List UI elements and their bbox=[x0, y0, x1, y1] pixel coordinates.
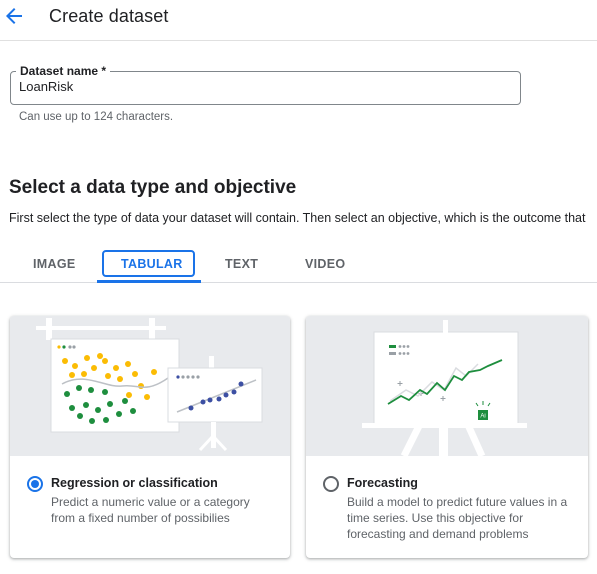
arrow-left-icon bbox=[6, 8, 22, 24]
regression-title: Regression or classification bbox=[51, 476, 218, 490]
dataset-name-input[interactable] bbox=[19, 79, 499, 94]
regression-description: Predict a numeric value or a category fr… bbox=[51, 495, 250, 525]
forecasting-title: Forecasting bbox=[347, 476, 418, 490]
back-button[interactable] bbox=[2, 4, 26, 28]
dataset-name-label: Dataset name * bbox=[16, 64, 111, 78]
forecasting-radio[interactable] bbox=[323, 476, 339, 492]
objective-card-regression[interactable]: Regression or classification Predict a n… bbox=[10, 316, 290, 558]
forecasting-description: Build a model to predict future values i… bbox=[347, 495, 568, 541]
regression-illustration bbox=[10, 316, 290, 456]
tab-text[interactable]: TEXT bbox=[225, 257, 258, 271]
top-app-bar: Create dataset bbox=[0, 0, 597, 41]
tab-image[interactable]: IMAGE bbox=[33, 257, 75, 271]
section-title: Select a data type and objective bbox=[9, 177, 297, 198]
forecasting-illustration: Ai bbox=[306, 316, 588, 458]
dataset-name-hint: Can use up to 124 characters. bbox=[19, 111, 174, 123]
active-tab-indicator bbox=[97, 280, 201, 283]
data-type-tabs: IMAGE TABULAR TEXT VIDEO bbox=[0, 246, 597, 283]
tab-video[interactable]: VIDEO bbox=[305, 257, 345, 271]
objective-card-forecasting[interactable]: Ai Forecasting Build a model to predict … bbox=[306, 316, 588, 558]
tab-tabular[interactable]: TABULAR bbox=[121, 257, 183, 271]
regression-radio[interactable] bbox=[27, 476, 43, 492]
dataset-name-field[interactable]: Dataset name * bbox=[10, 64, 521, 105]
section-description: First select the type of data your datas… bbox=[9, 211, 586, 225]
page-title: Create dataset bbox=[49, 6, 169, 26]
ai-badge: Ai bbox=[480, 414, 485, 420]
